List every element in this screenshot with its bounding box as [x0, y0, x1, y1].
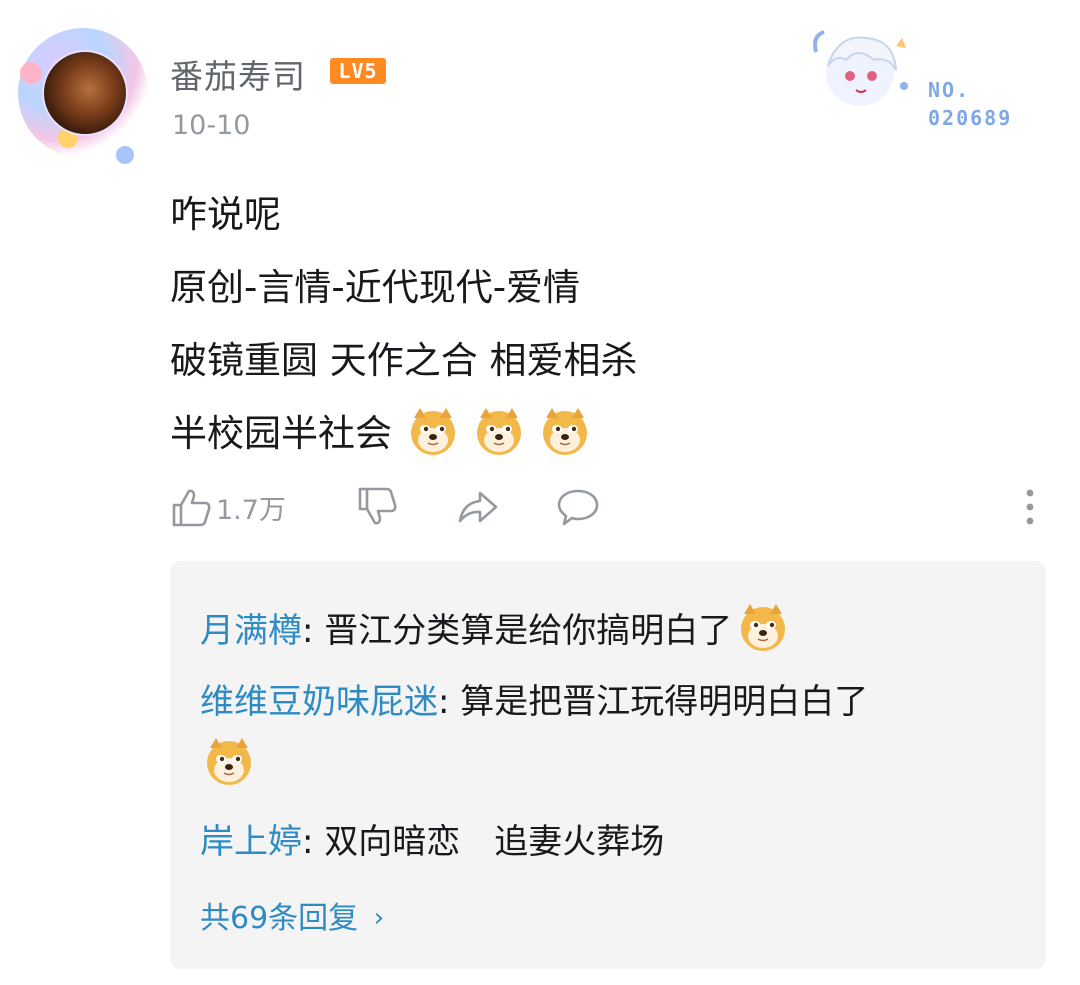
vertical-dots-icon	[1026, 489, 1034, 525]
level-badge: LV5	[330, 58, 386, 84]
view-all-replies-link[interactable]: 共69条回复 ›	[200, 893, 384, 937]
reply-item[interactable]: 月满樽: 晋江分类算是给你搞明白了	[200, 602, 788, 655]
like-count: 1.7万	[216, 494, 286, 526]
share-icon	[458, 491, 498, 523]
frame-flower-icon	[20, 62, 42, 84]
dislike-button[interactable]	[356, 484, 400, 530]
avatar-image	[42, 50, 128, 136]
chevron-right-icon: ›	[373, 903, 385, 933]
reply-username[interactable]: 岸上婷	[200, 822, 302, 862]
comment-line-text: 半校园半社会	[170, 412, 392, 455]
comment-line: 破镜重圆 天作之合 相爱相杀	[170, 339, 638, 382]
reply-username[interactable]: 月满樽	[200, 611, 302, 651]
thumbs-down-icon	[358, 487, 397, 525]
frame-bubble-icon	[116, 146, 134, 164]
comment-card: 番茄寿司 LV5 10-10 NO. 020689 咋说呢 原创-言情-近代现代…	[0, 0, 1080, 985]
reply-emote-line	[192, 736, 254, 789]
username[interactable]: 番茄寿司	[170, 50, 306, 98]
doge-emote-icon	[474, 406, 524, 456]
reply-text: 晋江分类算是给你搞明白了	[324, 611, 733, 651]
share-button[interactable]	[456, 484, 500, 530]
comment-line-with-emotes: 半校园半社会	[170, 397, 638, 470]
reply-separator: :	[302, 611, 325, 651]
comment-line: 原创-言情-近代现代-爱情	[170, 266, 581, 309]
more-options-button[interactable]	[1008, 484, 1052, 530]
reply-button[interactable]	[556, 484, 600, 530]
comment-bubble-icon	[557, 489, 599, 526]
reply-separator: :	[438, 682, 461, 722]
fan-badge-label: NO.	[928, 78, 971, 102]
comment-date: 10-10	[172, 110, 251, 141]
fan-character-icon	[813, 30, 908, 106]
action-bar: 1.7万	[170, 484, 1050, 530]
comment-body: 咋说呢 原创-言情-近代现代-爱情 破镜重圆 天作之合 相爱相杀 半校园半社会	[170, 178, 638, 470]
doge-emote-icon	[738, 602, 788, 652]
doge-emote-icon	[540, 406, 590, 456]
avatar[interactable]	[18, 28, 148, 164]
comment-line: 咋说呢	[170, 193, 281, 236]
doge-emote-icon	[204, 736, 254, 786]
thumbs-up-icon	[172, 489, 211, 527]
reply-text: 算是把晋江玩得明明白白了	[460, 682, 869, 722]
doge-emote-icon	[408, 406, 458, 456]
reply-separator: :	[302, 822, 325, 862]
fan-badge[interactable]: NO. 020689	[808, 26, 1018, 130]
reply-item[interactable]: 岸上婷: 双向暗恋 追妻火葬场	[200, 818, 664, 866]
like-button[interactable]: 1.7万	[170, 484, 286, 530]
reply-username[interactable]: 维维豆奶味屁迷	[200, 682, 438, 722]
fan-badge-number: 020689	[928, 106, 1013, 130]
reply-text: 双向暗恋 追妻火葬场	[324, 822, 665, 862]
view-all-replies-label: 共69条回复	[200, 901, 359, 936]
reply-item[interactable]: 维维豆奶味屁迷: 算是把晋江玩得明明白白了	[200, 678, 868, 726]
